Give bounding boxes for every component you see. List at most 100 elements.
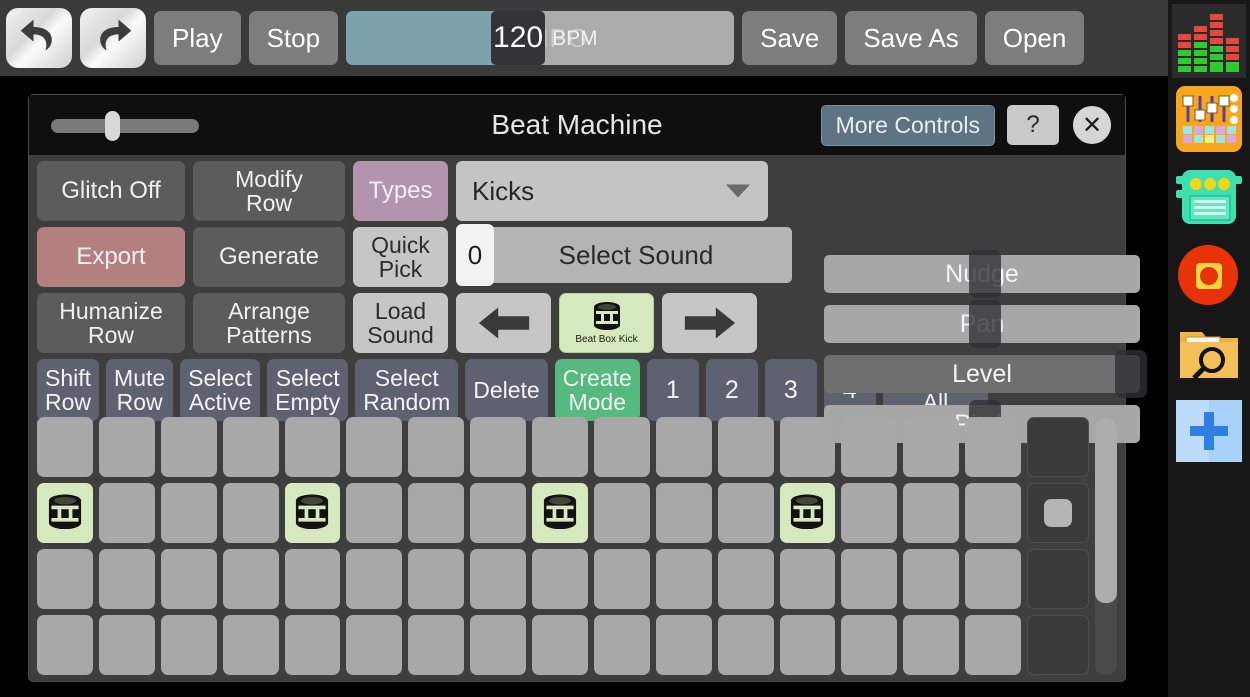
step-cell[interactable]: [717, 549, 774, 609]
step-cell[interactable]: [903, 417, 960, 477]
step-cell[interactable]: [655, 417, 712, 477]
create-mode-button[interactable]: Create Mode: [554, 359, 640, 421]
sidebar-item-add-new[interactable]: [1172, 394, 1246, 468]
step-cell[interactable]: [655, 615, 712, 675]
step-cell[interactable]: [779, 615, 836, 675]
row-select-cell[interactable]: [1027, 615, 1089, 675]
step-cell[interactable]: [470, 615, 526, 675]
step-cell[interactable]: [222, 615, 279, 675]
row-select-cell[interactable]: [1027, 549, 1089, 609]
step-cell[interactable]: [346, 417, 403, 477]
step-cell[interactable]: [222, 549, 279, 609]
step-cell[interactable]: [284, 549, 341, 609]
humanize-row-button[interactable]: Humanize Row: [37, 293, 185, 353]
sidebar-item-equalizer[interactable]: [1172, 4, 1246, 78]
step-cell[interactable]: [965, 483, 1021, 543]
step-cell[interactable]: [98, 483, 155, 543]
mute-row-button[interactable]: Mute Row: [106, 359, 174, 421]
export-button[interactable]: Export: [37, 227, 185, 287]
slider-level[interactable]: Level: [824, 350, 1147, 398]
step-cell[interactable]: [408, 549, 465, 609]
grid-scrollbar-thumb[interactable]: [1095, 417, 1117, 603]
current-sound-button[interactable]: Beat Box Kick: [559, 293, 654, 353]
row-select-cell[interactable]: [1027, 417, 1089, 477]
close-button[interactable]: ✕: [1071, 104, 1113, 146]
step-cell[interactable]: [779, 549, 836, 609]
step-cell[interactable]: [903, 549, 960, 609]
sidebar-item-mixer[interactable]: [1172, 82, 1246, 156]
step-cell[interactable]: [98, 549, 155, 609]
select-sound-button[interactable]: 0 Select Sound: [456, 224, 792, 286]
step-cell[interactable]: [779, 417, 836, 477]
step-cell[interactable]: [222, 483, 279, 543]
step-cell[interactable]: [160, 549, 217, 609]
step-cell[interactable]: [903, 615, 960, 675]
step-cell[interactable]: [965, 615, 1021, 675]
step-cell[interactable]: [222, 417, 279, 477]
load-sound-button[interactable]: Load Sound: [353, 293, 448, 353]
step-cell[interactable]: [470, 549, 526, 609]
sidebar-item-sampler[interactable]: [1172, 160, 1246, 234]
step-cell[interactable]: [37, 615, 93, 675]
step-cell[interactable]: [284, 483, 341, 543]
bpm-slider[interactable]: TEMPO 120 BPM: [346, 11, 735, 65]
kit-select[interactable]: Kicks: [456, 161, 768, 221]
sidebar-item-file-browser[interactable]: [1172, 316, 1246, 390]
step-cell[interactable]: [160, 417, 217, 477]
step-cell[interactable]: [593, 417, 650, 477]
previous-sound-button[interactable]: [456, 293, 551, 353]
step-cell[interactable]: [717, 483, 774, 543]
step-cell[interactable]: [903, 483, 960, 543]
step-cell[interactable]: [160, 483, 217, 543]
step-cell[interactable]: [779, 483, 836, 543]
step-cell[interactable]: [37, 549, 93, 609]
step-cell[interactable]: [284, 417, 341, 477]
sidebar-item-record[interactable]: [1172, 238, 1246, 312]
step-cell[interactable]: [470, 417, 526, 477]
step-cell[interactable]: [160, 615, 217, 675]
select-active-button[interactable]: Select Active: [180, 359, 261, 421]
slider-nudge-thumb[interactable]: [969, 250, 1002, 298]
shift-row-button[interactable]: Shift Row: [37, 359, 100, 421]
step-cell[interactable]: [98, 417, 155, 477]
quick-pick-button[interactable]: Quick Pick: [353, 227, 448, 287]
row-select-cell[interactable]: [1027, 483, 1089, 543]
step-cell[interactable]: [470, 483, 526, 543]
step-cell[interactable]: [37, 483, 93, 543]
step-cell[interactable]: [655, 483, 712, 543]
step-cell[interactable]: [346, 549, 403, 609]
arrange-patterns-button[interactable]: Arrange Patterns: [193, 293, 345, 353]
step-cell[interactable]: [98, 615, 155, 675]
step-cell[interactable]: [593, 549, 650, 609]
modify-row-button[interactable]: Modify Row: [193, 161, 345, 221]
open-button[interactable]: Open: [984, 11, 1085, 65]
step-cell[interactable]: [841, 549, 898, 609]
step-cell[interactable]: [408, 615, 465, 675]
grid-scrollbar[interactable]: [1095, 417, 1117, 675]
header-slider[interactable]: [51, 111, 199, 141]
select-random-button[interactable]: Select Random: [355, 359, 459, 421]
next-sound-button[interactable]: [662, 293, 757, 353]
step-cell[interactable]: [408, 417, 465, 477]
slider-nudge[interactable]: Nudge: [824, 250, 1140, 298]
save-button[interactable]: Save: [742, 11, 838, 65]
step-cell[interactable]: [532, 483, 588, 543]
generate-button[interactable]: Generate: [193, 227, 345, 287]
slider-pan-thumb[interactable]: [969, 300, 1002, 348]
undo-button[interactable]: [6, 8, 72, 68]
pattern-button-2[interactable]: 2: [705, 359, 758, 421]
step-cell[interactable]: [965, 549, 1021, 609]
step-cell[interactable]: [717, 615, 774, 675]
pattern-button-1[interactable]: 1: [646, 359, 699, 421]
step-cell[interactable]: [965, 417, 1021, 477]
step-cell[interactable]: [841, 615, 898, 675]
step-cell[interactable]: [593, 483, 650, 543]
step-cell[interactable]: [717, 417, 774, 477]
step-cell[interactable]: [841, 483, 898, 543]
header-slider-thumb[interactable]: [105, 111, 120, 141]
step-cell[interactable]: [346, 483, 403, 543]
help-button[interactable]: ?: [1007, 105, 1059, 145]
redo-button[interactable]: [80, 8, 146, 68]
step-cell[interactable]: [532, 417, 588, 477]
delete-button[interactable]: Delete: [465, 359, 548, 421]
